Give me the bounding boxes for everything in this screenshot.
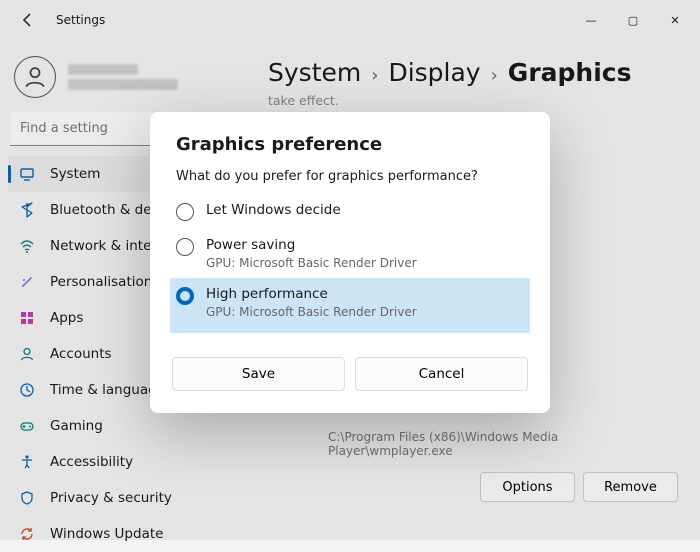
- option-label: Let Windows decide: [206, 202, 341, 218]
- dialog-title: Graphics preference: [176, 134, 524, 155]
- graphics-preference-dialog: Graphics preference What do you prefer f…: [150, 112, 550, 413]
- option-1[interactable]: Power saving GPU: Microsoft Basic Render …: [170, 229, 530, 278]
- dialog-question: What do you prefer for graphics performa…: [176, 169, 524, 184]
- cancel-button[interactable]: Cancel: [355, 357, 528, 391]
- option-label: Power saving: [206, 237, 417, 253]
- option-desc: GPU: Microsoft Basic Render Driver: [206, 305, 417, 319]
- radio-icon: [176, 287, 194, 305]
- save-button[interactable]: Save: [172, 357, 345, 391]
- radio-icon: [176, 238, 194, 256]
- option-label: High performance: [206, 286, 417, 302]
- radio-icon: [176, 203, 194, 221]
- option-desc: GPU: Microsoft Basic Render Driver: [206, 256, 417, 270]
- modal-overlay[interactable]: Graphics preference What do you prefer f…: [0, 0, 700, 540]
- option-2[interactable]: High performance GPU: Microsoft Basic Ren…: [170, 278, 530, 333]
- option-0[interactable]: Let Windows decide: [170, 194, 530, 229]
